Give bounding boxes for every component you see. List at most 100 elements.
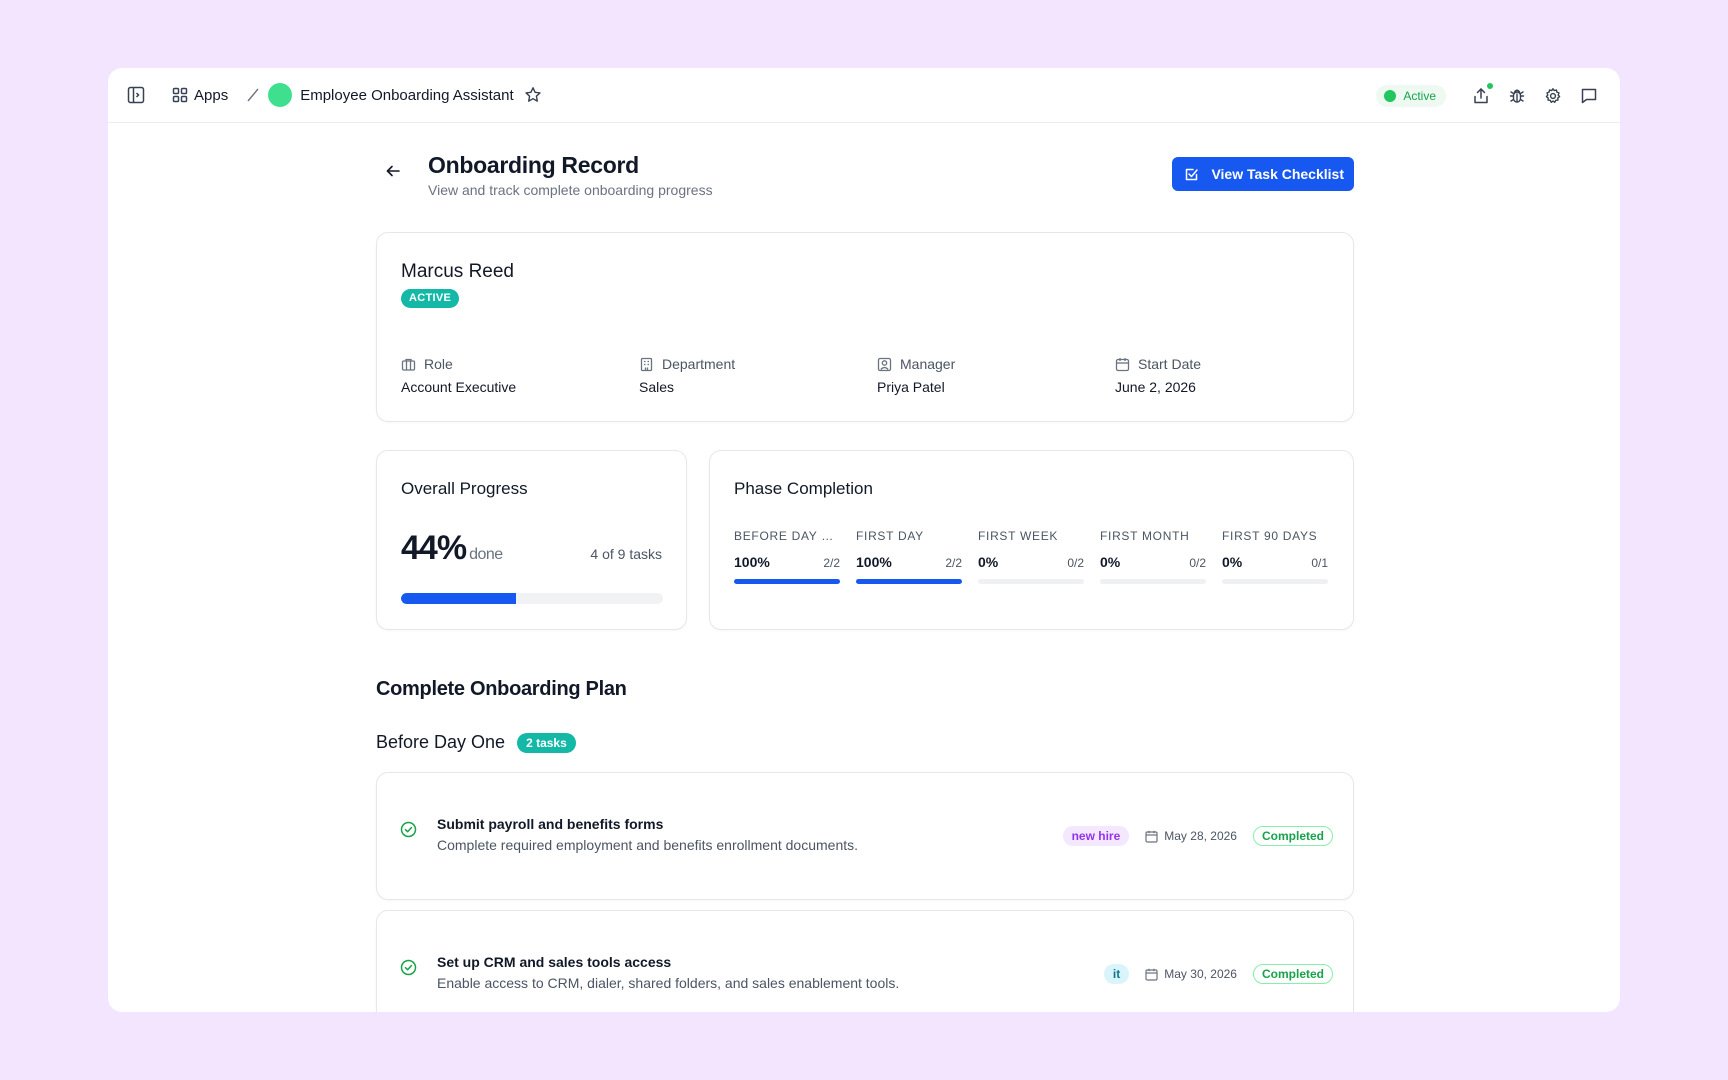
onboarding-plan-title: Complete Onboarding Plan — [376, 678, 627, 700]
chat-icon[interactable] — [1578, 85, 1600, 107]
phase-name: FIRST WEEK — [978, 529, 1059, 543]
calendar-icon — [1145, 830, 1158, 843]
phase-progress-fill — [734, 579, 840, 584]
manager-value: Priya Patel — [877, 379, 945, 395]
phase-before-day-one: BEFORE DAY O... 100% 2/2 — [734, 529, 840, 584]
check-circle-icon[interactable] — [400, 959, 417, 976]
app-name[interactable]: Employee Onboarding Assistant — [300, 87, 513, 104]
back-arrow-icon[interactable] — [384, 162, 402, 180]
department-value: Sales — [639, 379, 675, 395]
phase-completion-title: Phase Completion — [734, 479, 873, 498]
phase-stats: 0% 0/2 — [1100, 554, 1206, 570]
tasks-count: 4 of 9 tasks — [590, 546, 662, 562]
role-label-row: Role — [401, 355, 639, 373]
employee-name: Marcus Reed — [401, 261, 514, 282]
star-icon[interactable] — [524, 86, 542, 104]
bug-icon[interactable] — [1506, 85, 1528, 107]
share-icon[interactable] — [1470, 82, 1493, 107]
breadcrumb-slash-icon — [244, 86, 262, 104]
phase-stats: 0% 0/2 — [978, 554, 1084, 570]
status-badge: Active — [1376, 84, 1446, 107]
phase-name: FIRST MONTH — [1100, 529, 1190, 543]
manager-label: Manager — [900, 356, 956, 372]
app-avatar — [268, 83, 293, 107]
phase-progress-bar — [1100, 579, 1206, 584]
task-card[interactable]: Submit payroll and benefits forms Comple… — [376, 772, 1354, 900]
task-status-badge: Completed — [1252, 964, 1333, 984]
phase-percent: 0% — [1222, 554, 1243, 570]
role-field: Role Account Executive — [401, 355, 639, 395]
overall-percent: 44% done — [401, 529, 503, 568]
task-tag: it — [1103, 964, 1130, 984]
apps-label: Apps — [194, 86, 229, 104]
page-subtitle: View and track complete onboarding progr… — [428, 182, 713, 198]
phase-progress-bar — [1222, 579, 1328, 584]
task-group-count-badge: 2 tasks — [517, 732, 576, 753]
notification-dot — [1487, 82, 1493, 89]
start-date-label: Start Date — [1138, 356, 1202, 372]
task-due-date: May 30, 2026 — [1145, 967, 1237, 981]
start-date-value: June 2, 2026 — [1115, 379, 1196, 395]
phase-first-month: FIRST MONTH 0% 0/2 — [1100, 529, 1206, 584]
top-bar-left: Apps Employee Onboarding Assistant — [124, 83, 542, 107]
view-task-checklist-label: View Task Checklist — [1211, 166, 1344, 182]
phase-percent: 0% — [1100, 554, 1121, 570]
status-label: Active — [1403, 88, 1436, 103]
phase-percent: 0% — [978, 554, 999, 570]
phase-fraction: 2/2 — [823, 556, 840, 570]
task-description: Complete required employment and benefit… — [437, 837, 859, 853]
apps-link[interactable]: Apps — [172, 87, 228, 104]
role-label: Role — [424, 356, 453, 372]
phase-fraction: 0/1 — [1311, 556, 1328, 570]
building-icon — [639, 357, 654, 372]
phase-name: FIRST 90 DAYS — [1222, 529, 1318, 543]
phase-first-week: FIRST WEEK 0% 0/2 — [978, 529, 1084, 584]
user-badge-icon — [877, 357, 892, 372]
grid-icon — [172, 87, 188, 103]
phase-first-day: FIRST DAY 100% 2/2 — [856, 529, 962, 584]
phase-progress-bar — [978, 579, 1084, 584]
phase-fraction: 0/2 — [1189, 556, 1206, 570]
task-card[interactable]: Set up CRM and sales tools access Enable… — [376, 910, 1354, 1012]
phase-name: BEFORE DAY O... — [734, 529, 840, 543]
overall-percent-value: 44% — [401, 529, 467, 567]
phase-progress-bar — [734, 579, 840, 584]
task-title: Submit payroll and benefits forms — [437, 816, 664, 832]
start-date-label-row: Start Date — [1115, 355, 1353, 373]
view-task-checklist-button[interactable]: View Task Checklist — [1172, 157, 1354, 191]
phase-stats: 100% 2/2 — [856, 554, 962, 570]
phase-name: FIRST DAY — [856, 529, 924, 543]
gear-icon[interactable] — [1542, 85, 1564, 107]
status-dot — [1384, 89, 1397, 102]
record-container: Onboarding Record View and track complet… — [376, 124, 1354, 1012]
department-label: Department — [662, 356, 736, 372]
phase-stats: 0% 0/1 — [1222, 554, 1328, 570]
top-bar: Apps Employee Onboarding Assistant Activ… — [108, 68, 1620, 123]
phase-list: BEFORE DAY O... 100% 2/2 FIRST DAY 100% … — [734, 529, 1328, 584]
task-due-text: May 28, 2026 — [1164, 829, 1237, 843]
task-group-header: Before Day One 2 tasks — [376, 732, 576, 753]
department-label-row: Department — [639, 355, 877, 373]
start-date-field: Start Date June 2, 2026 — [1115, 355, 1353, 395]
app-window: Apps Employee Onboarding Assistant Activ… — [108, 68, 1620, 1012]
phase-fraction: 2/2 — [945, 556, 962, 570]
task-title: Set up CRM and sales tools access — [437, 954, 672, 970]
sidebar-toggle-icon[interactable] — [124, 83, 148, 107]
overall-percent-suffix: done — [469, 546, 503, 563]
employee-status-badge: ACTIVE — [401, 289, 460, 308]
task-due-text: May 30, 2026 — [1164, 967, 1237, 981]
task-meta: it May 30, 2026 Completed — [1103, 964, 1333, 984]
role-value: Account Executive — [401, 379, 517, 395]
phase-fraction: 0/2 — [1067, 556, 1084, 570]
calendar-icon — [1145, 968, 1158, 981]
briefcase-icon — [401, 357, 416, 372]
top-bar-right: Active — [1376, 68, 1600, 123]
task-tag: new hire — [1062, 826, 1130, 846]
check-circle-icon[interactable] — [400, 821, 417, 838]
department-field: Department Sales — [639, 355, 877, 395]
phase-stats: 100% 2/2 — [734, 554, 840, 570]
task-due-date: May 28, 2026 — [1145, 829, 1237, 843]
page-title: Onboarding Record — [428, 152, 639, 178]
page-header: Onboarding Record View and track complet… — [376, 124, 1354, 232]
main-content: Onboarding Record View and track complet… — [108, 124, 1620, 1012]
